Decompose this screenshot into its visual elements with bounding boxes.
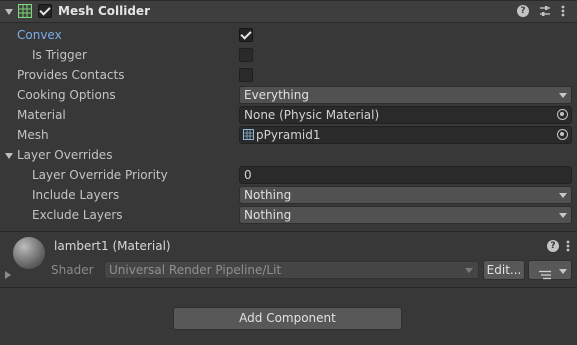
component-title: Mesh Collider	[58, 4, 150, 18]
exclude-layers-dropdown[interactable]: Nothing	[239, 206, 572, 224]
mesh-value: pPyramid1	[256, 128, 321, 142]
mesh-object-field[interactable]: pPyramid1	[239, 126, 572, 144]
chevron-down-icon	[559, 213, 567, 218]
include-layers-label: Include Layers	[32, 188, 120, 202]
shader-value: Universal Render Pipeline/Lit	[109, 263, 282, 277]
chevron-down-icon	[559, 93, 567, 98]
kebab-menu-icon[interactable]	[561, 4, 565, 18]
list-icon	[539, 266, 551, 280]
provides-contacts-label: Provides Contacts	[17, 68, 125, 82]
help-icon[interactable]: ?	[517, 5, 529, 17]
add-component-label: Add Component	[239, 311, 336, 325]
add-component-button[interactable]: Add Component	[173, 307, 402, 330]
shader-label: Shader	[51, 263, 94, 277]
mesh-label: Mesh	[17, 128, 49, 142]
shader-dropdown[interactable]: Universal Render Pipeline/Lit	[104, 261, 479, 279]
exclude-layers-value: Nothing	[244, 208, 292, 222]
object-picker-icon[interactable]	[557, 109, 568, 120]
edit-shader-label: Edit...	[486, 263, 522, 277]
chevron-down-icon	[465, 268, 473, 273]
component-enabled-checkbox[interactable]	[38, 4, 52, 18]
section-divider	[0, 287, 577, 288]
is-trigger-checkbox[interactable]	[239, 48, 253, 62]
provides-contacts-checkbox[interactable]	[239, 68, 253, 82]
material-object-field[interactable]: None (Physic Material)	[239, 106, 572, 124]
cooking-options-dropdown[interactable]: Everything	[239, 86, 572, 104]
material-label: Material	[17, 108, 66, 122]
cooking-options-label: Cooking Options	[17, 88, 116, 102]
include-layers-dropdown[interactable]: Nothing	[239, 186, 572, 204]
cooking-options-value: Everything	[244, 88, 309, 102]
object-picker-icon[interactable]	[557, 129, 568, 140]
mesh-asset-icon	[243, 128, 254, 140]
section-divider	[0, 231, 577, 232]
layer-override-priority-value: 0	[244, 168, 252, 182]
help-icon[interactable]: ?	[547, 240, 559, 252]
shader-options-button[interactable]	[528, 260, 572, 280]
material-section-title: lambert1 (Material)	[54, 239, 171, 253]
layer-overrides-label[interactable]: Layer Overrides	[17, 145, 112, 165]
chevron-down-icon	[559, 193, 567, 198]
material-foldout-arrow-icon[interactable]	[5, 271, 11, 279]
exclude-layers-label: Exclude Layers	[32, 208, 123, 222]
presets-icon[interactable]	[539, 5, 551, 17]
material-preview-sphere	[13, 237, 45, 269]
layer-override-priority-label: Layer Override Priority	[32, 168, 168, 182]
chevron-down-icon	[559, 269, 567, 274]
foldout-arrow-icon[interactable]	[5, 9, 13, 15]
layer-override-priority-input[interactable]: 0	[239, 166, 572, 184]
is-trigger-label: Is Trigger	[32, 48, 87, 62]
convex-checkbox[interactable]	[239, 28, 253, 42]
convex-label: Convex	[17, 28, 62, 42]
layer-overrides-foldout-icon[interactable]	[5, 153, 13, 159]
mesh-collider-icon	[17, 3, 33, 19]
include-layers-value: Nothing	[244, 188, 292, 202]
material-value: None (Physic Material)	[244, 108, 380, 122]
edit-shader-button[interactable]: Edit...	[483, 260, 525, 280]
kebab-menu-icon[interactable]	[566, 239, 570, 253]
